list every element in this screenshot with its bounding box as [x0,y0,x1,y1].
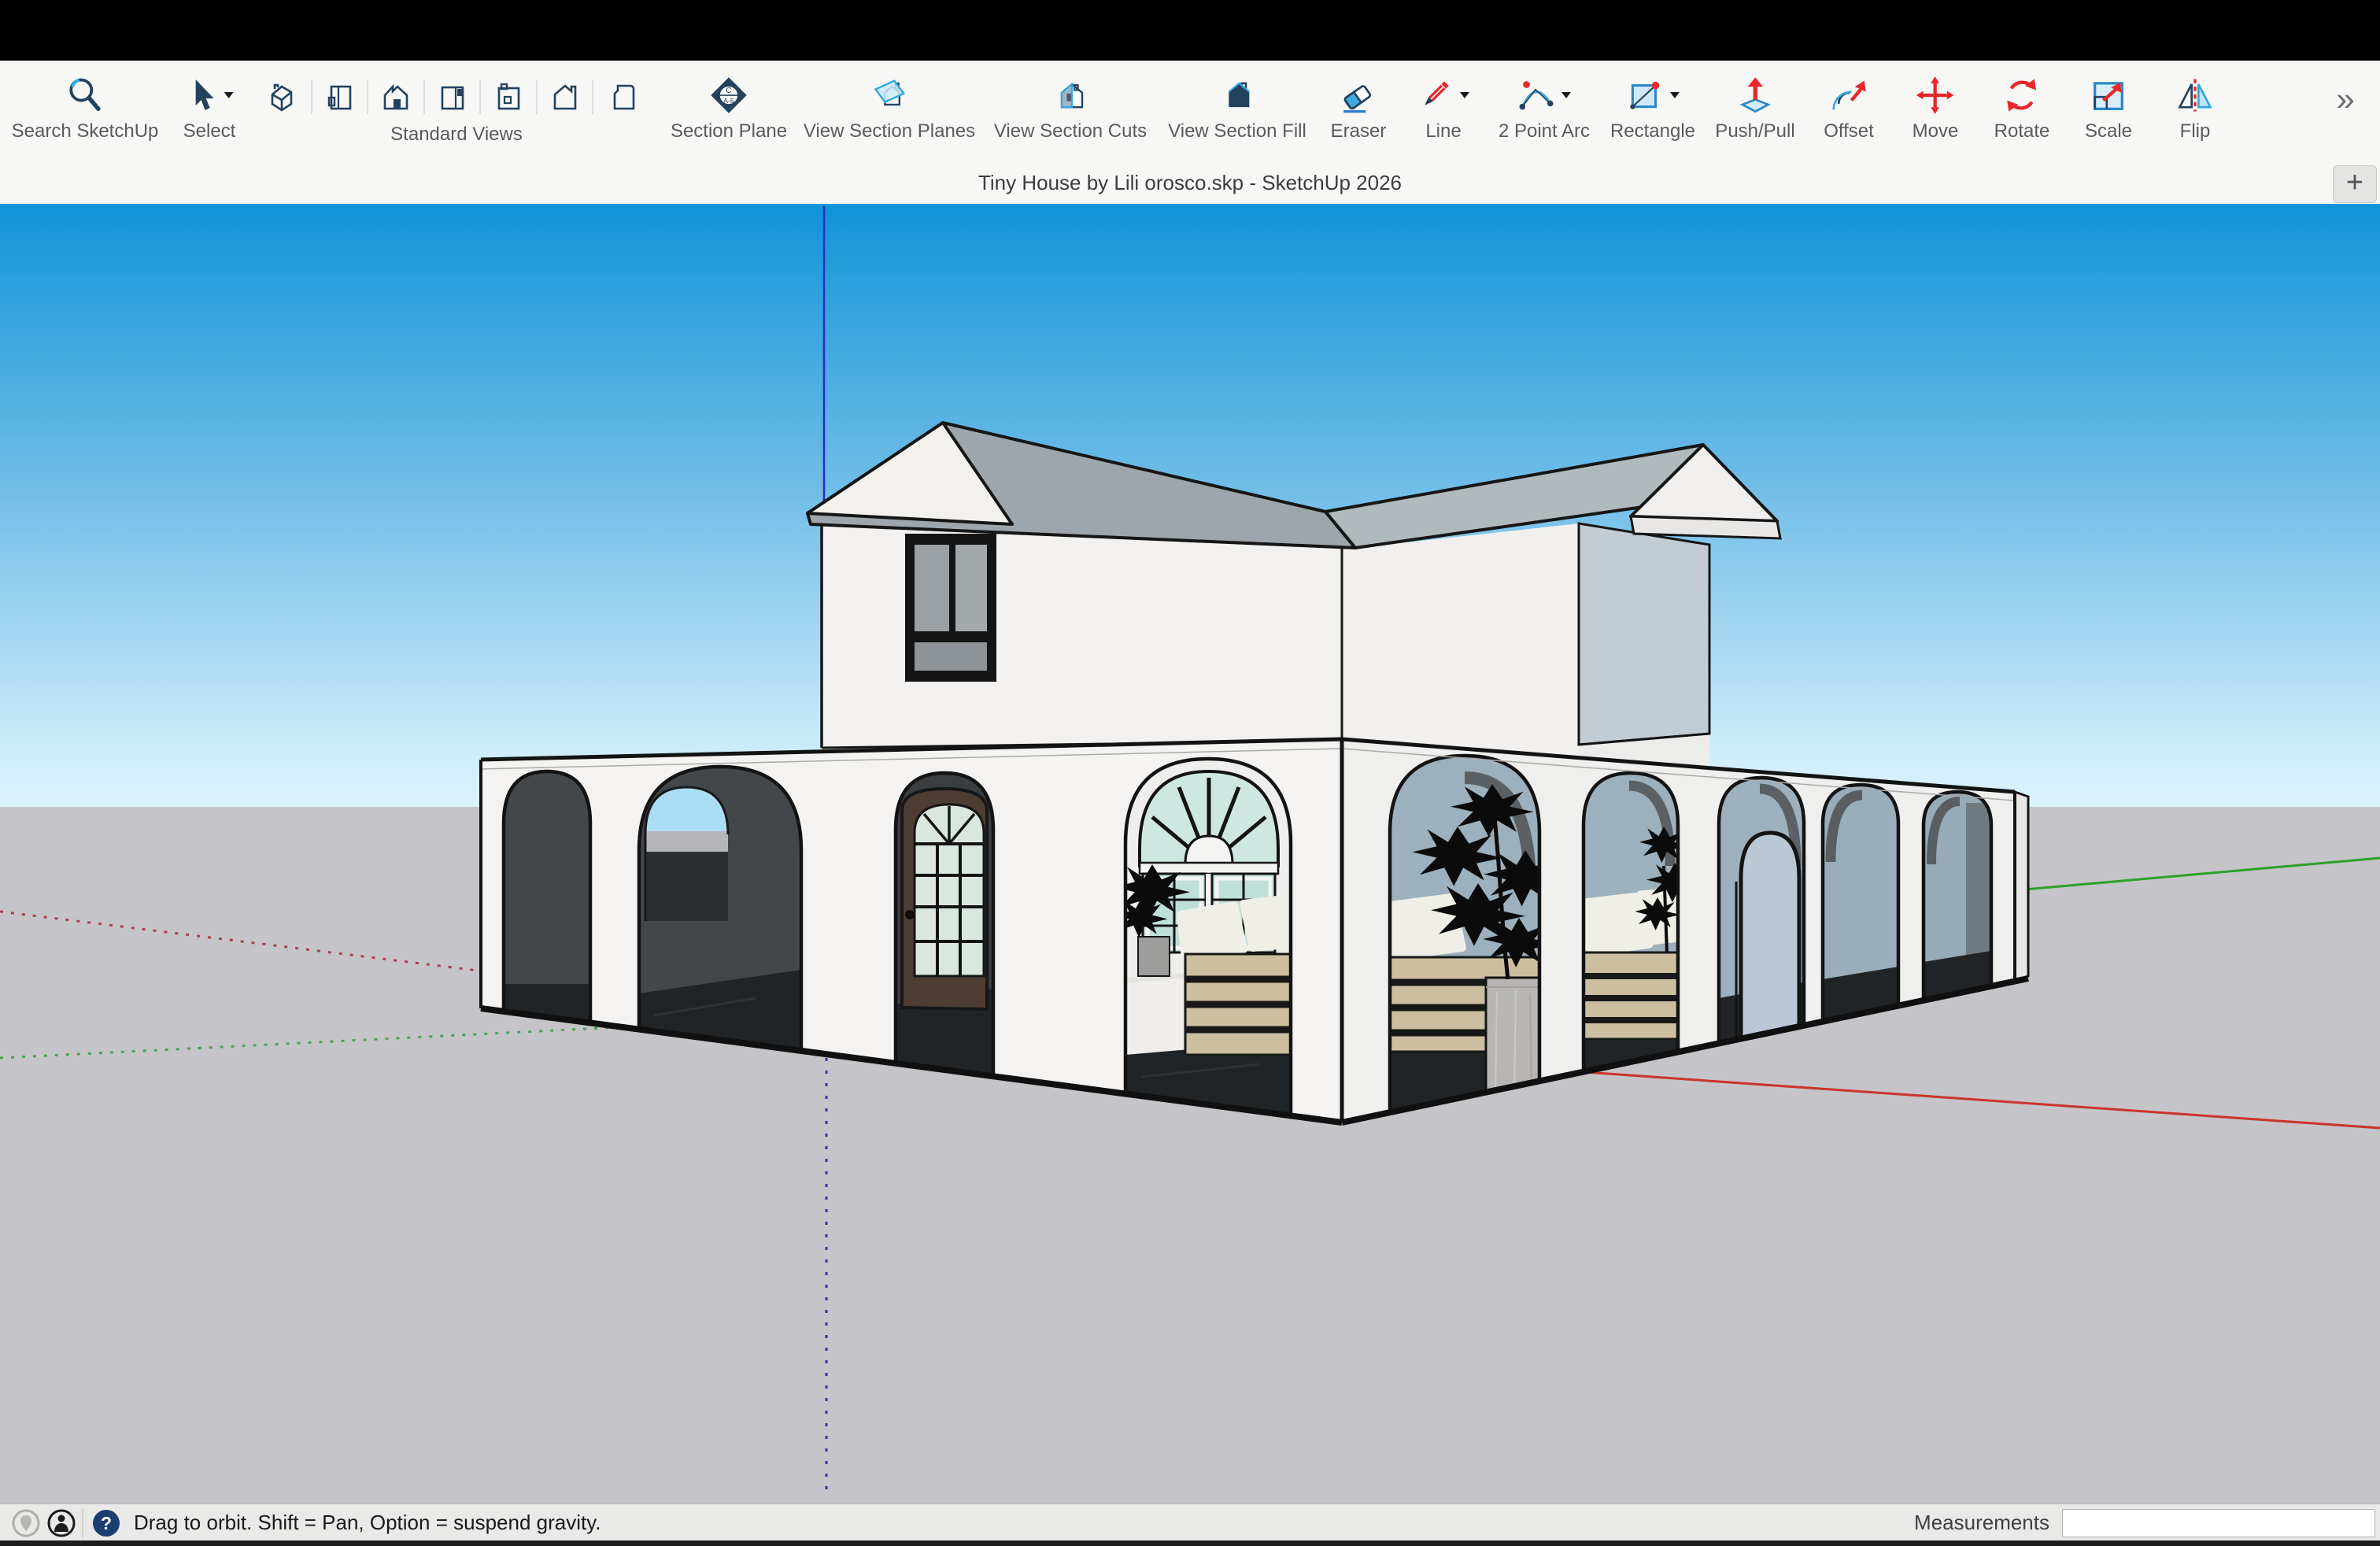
view-section-cuts-icon [1050,75,1091,116]
status-bar: ? Drag to orbit. Shift = Pan, Option = s… [0,1503,2380,1540]
window-bottom-edge [0,1540,2380,1546]
view-section-cuts-button[interactable]: View Section Cuts [994,73,1147,142]
eraser-icon [1338,75,1379,116]
toolbar-separator [592,80,593,114]
view-section-fill-button[interactable]: View Section Fill [1168,73,1306,142]
sketchup-window: Search SketchUp Select [0,0,2380,1546]
offset-tool-button[interactable]: Offset [1824,73,1874,142]
window-chrome-bar [0,0,2380,61]
chevron-down-icon[interactable] [223,91,235,100]
view-back-icon[interactable] [490,78,527,116]
toolbar-separator [311,80,312,114]
push-pull-button[interactable]: Push/Pull [1715,73,1794,142]
select-cursor-icon [183,75,218,116]
chevron-down-icon[interactable] [1560,91,1572,100]
view-section-planes-icon [869,75,910,116]
view-section-planes-button[interactable]: View Section Planes [804,73,975,142]
svg-text:A-5: A-5 [723,97,734,105]
move-icon [1915,75,1956,116]
section-plane-button[interactable]: C A-5 Section Plane [671,73,787,142]
svg-text:?: ? [101,1513,112,1533]
flip-tool-button[interactable]: Flip [2175,73,2216,142]
toolbar-separator [479,80,481,114]
svg-text:C: C [726,87,731,95]
view-bottom-icon[interactable] [604,78,641,116]
model-viewport[interactable] [0,204,2380,1503]
person-info-icon[interactable] [46,1508,76,1538]
statusbar-separator [82,1509,83,1537]
rotate-icon [2001,75,2042,116]
eraser-tool-button[interactable]: Eraser [1331,73,1387,142]
measurements-label: Measurements [1914,1511,2049,1535]
measurements-input[interactable] [2062,1509,2375,1537]
push-pull-icon [1735,75,1776,116]
standard-views-label: Standard Views [390,124,523,146]
view-left-icon[interactable] [321,78,359,116]
toolbar-separator [423,80,425,114]
view-top-icon[interactable] [546,78,584,116]
help-icon[interactable]: ? [91,1508,121,1538]
search-sketchup-button[interactable]: Search SketchUp [12,73,159,142]
overflow-chevron-icon: » [2336,83,2354,116]
pencil-icon [1416,75,1454,116]
chevron-down-icon[interactable] [1669,91,1681,100]
view-front-icon[interactable] [377,78,415,116]
add-scene-tab-button[interactable]: + [2333,165,2377,203]
toolbar-separator [367,80,368,114]
viewport-sky [0,204,2380,807]
scale-tool-button[interactable]: Scale [2085,73,2132,142]
line-tool-button[interactable]: Line [1416,73,1471,142]
search-icon [65,75,105,116]
view-iso-icon[interactable] [265,78,303,116]
chevron-down-icon[interactable] [1458,91,1471,100]
geolocation-icon[interactable] [11,1508,41,1538]
offset-icon [1828,75,1869,116]
rotate-tool-button[interactable]: Rotate [1994,73,2050,142]
section-plane-icon: C A-5 [708,75,749,116]
rectangle-icon [1624,75,1664,116]
document-title: Tiny House by Lili orosco.skp - SketchUp… [0,171,2380,195]
main-toolbar: Search SketchUp Select [0,61,2380,205]
status-hint-text: Drag to orbit. Shift = Pan, Option = sus… [134,1504,601,1541]
toolbar-overflow-button[interactable]: » [2336,83,2354,116]
move-tool-button[interactable]: Move [1913,73,1959,142]
rectangle-tool-button[interactable]: Rectangle [1610,73,1695,142]
select-tool-button[interactable]: Select [183,73,236,142]
scale-icon [2088,75,2129,116]
toolbar-separator [536,80,538,114]
two-point-arc-button[interactable]: 2 Point Arc [1499,73,1590,142]
viewport-ground [0,807,2380,1503]
view-section-fill-icon [1217,75,1258,116]
view-right-icon[interactable] [434,78,471,116]
flip-icon [2175,75,2216,116]
two-point-arc-icon [1516,75,1555,116]
